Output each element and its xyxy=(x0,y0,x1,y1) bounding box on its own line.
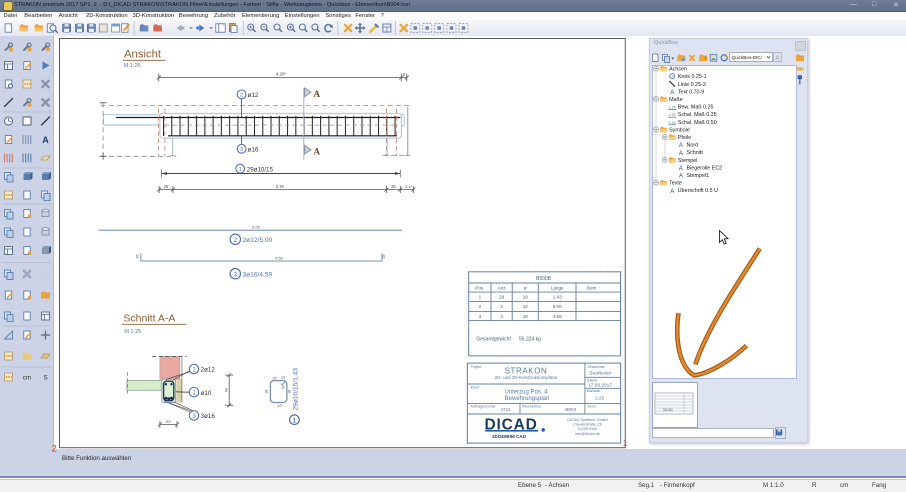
svg-text:17.08.2017: 17.08.2017 xyxy=(588,383,612,389)
svg-text:22*: 22* xyxy=(277,404,283,408)
svg-text:29: 29 xyxy=(499,294,505,299)
svg-text:ø10: ø10 xyxy=(201,390,212,397)
svg-text:16: 16 xyxy=(523,314,529,319)
svg-text:1.43: 1.43 xyxy=(553,294,562,299)
svg-text:Auftragsnummer:: Auftragsnummer: xyxy=(471,405,497,409)
svg-text:2ø12/5.00: 2ø12/5.00 xyxy=(243,237,273,244)
svg-text:ø12: ø12 xyxy=(248,92,259,99)
svg-text:ø16: ø16 xyxy=(248,147,259,154)
svg-text:Anz: Anz xyxy=(498,286,507,291)
svg-text:Kenn.:: Kenn.: xyxy=(588,405,598,409)
svg-text:29ø10/15: 29ø10/15 xyxy=(247,166,274,173)
svg-text:3: 3 xyxy=(500,314,503,319)
svg-text:2D- und 3D-Konstruktionspläne: 2D- und 3D-Konstruktionspläne xyxy=(495,375,558,380)
svg-text:2: 2 xyxy=(52,444,57,455)
svg-text:5.00: 5.00 xyxy=(252,225,259,229)
svg-text:4.26*: 4.26* xyxy=(276,72,287,77)
svg-text:Schnitt A-A: Schnitt A-A xyxy=(123,313,175,325)
svg-text:1: 1 xyxy=(479,294,482,299)
svg-text:Pos.: Pos. xyxy=(475,286,484,291)
svg-text:8: 8 xyxy=(403,72,405,76)
svg-text:2: 2 xyxy=(500,304,503,309)
svg-text:A: A xyxy=(314,147,321,157)
svg-text:4711: 4711 xyxy=(500,407,511,413)
svg-text:info@dicad.de: info@dicad.de xyxy=(575,431,600,436)
svg-text:Unterzug Pos. 4: Unterzug Pos. 4 xyxy=(504,389,548,395)
svg-text:3: 3 xyxy=(479,314,482,319)
svg-text:25: 25 xyxy=(136,255,140,259)
svg-text:Inhalt:: Inhalt: xyxy=(471,386,480,390)
svg-text:STRAKON: STRAKON xyxy=(505,367,548,376)
svg-text:2ø12: 2ø12 xyxy=(201,367,216,374)
svg-text:20*: 20* xyxy=(165,420,171,424)
svg-text:1: 1 xyxy=(239,167,242,173)
svg-text:2D/3D/BIM CAD: 2D/3D/BIM CAD xyxy=(492,434,527,439)
svg-text:25: 25 xyxy=(382,255,386,259)
svg-text:4.59: 4.59 xyxy=(275,257,282,261)
svg-text:36: 36 xyxy=(288,390,292,394)
svg-text:B500B: B500B xyxy=(536,276,552,282)
svg-text:29ø10/15/1.43: 29ø10/15/1.43 xyxy=(293,368,300,411)
svg-text:3: 3 xyxy=(240,147,243,153)
svg-text:2: 2 xyxy=(240,93,243,99)
svg-text:Ansicht: Ansicht xyxy=(124,49,162,61)
svg-text:Datum:: Datum: xyxy=(587,379,598,383)
svg-text:Länge: Länge xyxy=(551,286,564,291)
svg-text:1: 1 xyxy=(623,439,628,448)
svg-text:3ø16/4.59: 3ø16/4.59 xyxy=(243,271,273,278)
svg-text:Projekt:: Projekt: xyxy=(471,365,483,369)
svg-text:10: 10 xyxy=(523,294,529,299)
svg-text:Plannummer:: Plannummer: xyxy=(522,405,542,409)
svg-text:5.00: 5.00 xyxy=(553,304,562,309)
svg-text:M 1:25: M 1:25 xyxy=(124,63,141,69)
svg-text:A: A xyxy=(314,89,321,99)
svg-text:2: 2 xyxy=(479,304,482,309)
svg-text:1: 1 xyxy=(293,417,297,424)
svg-text:25: 25 xyxy=(164,184,169,189)
svg-text:40: 40 xyxy=(224,387,229,392)
svg-text:ø: ø xyxy=(524,286,527,291)
svg-text:36: 36 xyxy=(265,390,269,394)
svg-text:22*: 22* xyxy=(273,376,279,380)
svg-text:Bearbeiter: Bearbeiter xyxy=(589,370,612,376)
svg-text:3: 3 xyxy=(233,272,237,279)
svg-text:Gesamtgewicht: Gesamtgewicht xyxy=(476,336,511,342)
svg-text:M 1:25: M 1:25 xyxy=(124,329,141,335)
svg-text:Gezeichnet:: Gezeichnet: xyxy=(587,365,605,369)
svg-text:B004: B004 xyxy=(565,407,577,413)
svg-text:1:25: 1:25 xyxy=(595,396,605,402)
svg-text:3ø16: 3ø16 xyxy=(201,413,216,420)
svg-text:Maßstab:: Maßstab: xyxy=(587,389,601,393)
svg-text:13: 13 xyxy=(281,376,285,380)
svg-text:3.76: 3.76 xyxy=(276,184,285,189)
svg-text:12: 12 xyxy=(523,304,529,309)
svg-text:56.224 kg: 56.224 kg xyxy=(519,336,541,342)
svg-text:2: 2 xyxy=(233,237,237,244)
svg-text:25: 25 xyxy=(391,184,396,189)
svg-text:Bem :: Bem : xyxy=(587,286,599,291)
svg-text:4.59: 4.59 xyxy=(553,314,562,319)
svg-text:1.1*: 1.1* xyxy=(405,185,412,189)
svg-text:Bewehrungsplan: Bewehrungsplan xyxy=(505,396,550,402)
